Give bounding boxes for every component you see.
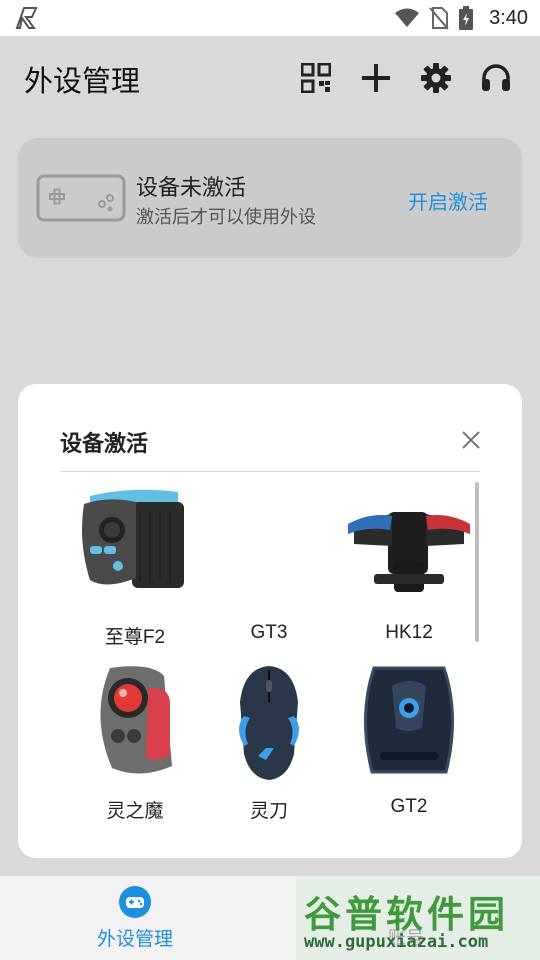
- watermark-brand: 谷普软件园: [304, 893, 509, 936]
- watermark-url: www.gupuxiazai.com: [304, 932, 489, 952]
- qr-scan-icon: [301, 63, 331, 93]
- watermark-overlay: 账号 谷普软件园 www.gupuxiazai.com: [296, 876, 540, 960]
- dialog-divider: [60, 471, 480, 472]
- device-image: [100, 666, 172, 774]
- device-item-gt3[interactable]: GT3: [194, 482, 344, 654]
- activation-status-card: 设备未激活 激活后才可以使用外设 开启激活: [18, 138, 522, 258]
- device-activation-dialog: 设备激活 至尊F2 GT3 HK12 灵之魔 灵刀 GT2: [18, 384, 522, 858]
- wifi-icon: [395, 8, 420, 27]
- device-image-placeholder: [194, 482, 344, 612]
- device-image: [239, 666, 299, 780]
- start-activation-link[interactable]: 开启激活: [408, 186, 488, 215]
- device-name: GT3: [250, 622, 288, 643]
- device-name: HK12: [385, 622, 433, 643]
- device-image: [82, 489, 184, 588]
- page-title: 外设管理: [24, 64, 141, 98]
- device-item-lingdao[interactable]: 灵刀: [194, 656, 344, 828]
- app-logo-icon: [15, 7, 38, 29]
- close-icon[interactable]: [460, 429, 482, 451]
- add-device-button[interactable]: [358, 60, 394, 96]
- activation-status-title: 设备未激活: [136, 176, 247, 201]
- add-icon: [362, 64, 390, 92]
- device-name: 灵刀: [249, 801, 288, 822]
- battery-charging-icon: [459, 6, 474, 30]
- gamepad-outline-icon: [36, 174, 126, 222]
- nav-item-label: 外设管理: [96, 928, 173, 950]
- device-image: [363, 666, 455, 774]
- device-item-hk12[interactable]: HK12: [334, 482, 484, 654]
- qr-scan-button[interactable]: [298, 60, 334, 96]
- settings-gear-icon: [421, 63, 451, 93]
- device-name: GT2: [390, 796, 428, 817]
- status-bar: 3:40: [0, 0, 540, 36]
- nav-item-device-management[interactable]: 外设管理: [60, 876, 210, 960]
- activation-status-subtitle: 激活后才可以使用外设: [136, 207, 316, 228]
- gamepad-icon: [119, 886, 151, 918]
- support-button[interactable]: [478, 60, 514, 96]
- settings-button[interactable]: [418, 60, 454, 96]
- device-name: 至尊F2: [104, 627, 166, 648]
- device-image: [348, 512, 470, 592]
- dialog-title: 设备激活: [60, 432, 149, 457]
- app-bar: 外设管理: [0, 36, 540, 122]
- no-sim-icon: [429, 7, 449, 30]
- device-item-gt2[interactable]: GT2: [334, 656, 484, 828]
- device-name: 灵之魔: [106, 801, 164, 822]
- device-item-lingzhimo[interactable]: 灵之魔: [60, 656, 210, 828]
- device-item-zhizun-f2[interactable]: 至尊F2: [60, 482, 210, 654]
- status-time: 3:40: [489, 6, 528, 29]
- headset-support-icon: [482, 64, 510, 91]
